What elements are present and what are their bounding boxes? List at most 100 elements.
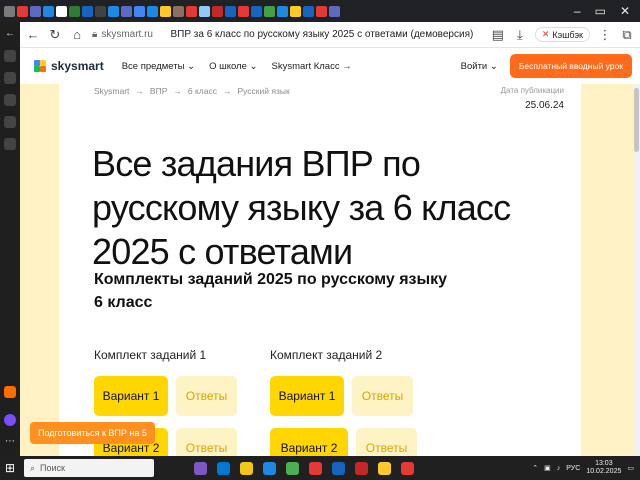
tab-favicon-icon[interactable]	[251, 5, 262, 17]
page-title-in-bar: ВПР за 6 класс по русскому языку 2025 с …	[170, 29, 474, 40]
taskbar-app-icon[interactable]	[286, 461, 299, 475]
clock[interactable]: 13:03 10.02.2025	[586, 460, 621, 476]
tab-favicon-icon[interactable]	[316, 5, 327, 17]
tab-favicon-icon[interactable]	[290, 5, 301, 17]
taskbar-app-icon[interactable]	[378, 461, 391, 475]
downloads-icon[interactable]	[4, 94, 16, 106]
arrow-right-icon: →	[135, 86, 144, 96]
logo-icon	[34, 60, 46, 72]
maximize-icon[interactable]: ▭	[595, 4, 606, 18]
tab-favicon-icon[interactable]	[225, 5, 236, 17]
chevron-down-icon: ⌄	[187, 60, 196, 72]
tab-favicon-icon[interactable]	[121, 5, 132, 17]
login-link[interactable]: Войти ⌄	[461, 61, 498, 72]
taskbar-app-icon[interactable]	[217, 461, 230, 475]
tab-favicon-icon[interactable]	[238, 5, 249, 17]
apps-icon[interactable]	[4, 116, 16, 128]
home-icon[interactable]: ⌂	[70, 27, 84, 42]
taskbar-search[interactable]: ⌕ Поиск	[24, 459, 154, 477]
volume-icon[interactable]: ♪	[557, 465, 561, 472]
download-icon[interactable]: ⤓	[513, 27, 527, 43]
site-nav: Все предметы ⌄ О школе ⌄ Skysmart Класс …	[122, 61, 352, 72]
tab-favicon-icon[interactable]	[134, 5, 145, 17]
back-icon[interactable]: ←	[26, 27, 40, 42]
page-scrollbar[interactable]	[633, 84, 640, 456]
tab-favicon-icon[interactable]	[69, 5, 80, 17]
taskbar-app-icon[interactable]	[240, 461, 253, 475]
taskbar-app-icon[interactable]	[263, 461, 276, 475]
page-title: Все задания ВПР по русскому языку за 6 к…	[92, 143, 511, 272]
chevron-down-icon: ⌄	[249, 60, 258, 72]
scrollbar-thumb[interactable]	[634, 88, 639, 152]
tab-favicon-icon[interactable]	[186, 5, 197, 17]
tab-favicon-icon[interactable]	[82, 5, 93, 17]
start-icon[interactable]: ⊞	[0, 461, 20, 475]
reader-icon[interactable]: ▤	[491, 27, 505, 43]
tab-favicon-icon[interactable]	[30, 5, 41, 17]
chevron-up-icon[interactable]: ⌃	[532, 464, 538, 472]
network-icon[interactable]: ▣	[544, 464, 551, 472]
set-1-label: Комплект заданий 1	[94, 348, 207, 362]
url-text: skysmart.ru	[101, 29, 153, 40]
lock-icon: 🔒︎	[92, 29, 98, 40]
set-2-answers-1-button[interactable]: Ответы	[352, 376, 413, 416]
taskbar-app-icon[interactable]	[355, 461, 368, 475]
cashback-extension[interactable]: ✕ Кэшбэк	[534, 27, 590, 42]
minimize-icon[interactable]: –	[574, 4, 581, 18]
menu-icon[interactable]: ⋮	[598, 27, 612, 43]
tab-favicon-icon[interactable]	[147, 5, 158, 17]
history-icon[interactable]	[4, 72, 16, 84]
free-lesson-button[interactable]: Бесплатный вводный урок	[509, 54, 632, 78]
language-indicator[interactable]: РУС	[566, 465, 580, 472]
taskbar-app-icon[interactable]	[332, 461, 345, 475]
nav-all-subjects[interactable]: Все предметы ⌄	[122, 61, 195, 72]
tab-favicon-icon[interactable]	[56, 5, 67, 17]
taskbar-app-icon[interactable]	[401, 461, 414, 475]
extensions-icon[interactable]: ⧉	[620, 27, 634, 43]
taskbar-app-icon[interactable]	[194, 461, 207, 475]
tab-favicon-icon[interactable]	[160, 5, 171, 17]
back-sidebar-icon[interactable]: ←	[4, 28, 16, 40]
url-field[interactable]: 🔒︎ skysmart.ru	[92, 29, 153, 40]
reload-icon[interactable]: ↻	[48, 27, 62, 43]
browser-tab-strip: – ▭ ✕	[0, 0, 640, 22]
tab-favicon-icon[interactable]	[17, 5, 28, 17]
alice-icon[interactable]	[4, 386, 16, 398]
breadcrumb-grade[interactable]: 6 класс	[188, 86, 217, 96]
windows-taskbar: ⊞ ⌕ Поиск ⌃ ▣ ♪ РУС 13:03 10.02.2025 ▭	[0, 456, 640, 480]
skysmart-logo[interactable]: skysmart	[34, 59, 104, 73]
taskbar-app-icon[interactable]	[309, 461, 322, 475]
nav-about-school[interactable]: О школе ⌄	[209, 61, 257, 72]
set-1-answers-1-button[interactable]: Ответы	[176, 376, 237, 416]
assistant-icon[interactable]	[4, 414, 16, 426]
section-subtitle: Комплекты заданий 2025 по русскому языку…	[94, 271, 448, 311]
tab-favicon-icon[interactable]	[4, 5, 15, 17]
breadcrumb-skysmart[interactable]: Skysmart	[94, 86, 129, 96]
tab-favicon-icon[interactable]	[43, 5, 54, 17]
tab-favicon-icon[interactable]	[264, 5, 275, 17]
site-header: skysmart Все предметы ⌄ О школе ⌄ Skysma…	[20, 48, 640, 84]
prepare-vpr-button[interactable]: Подготовиться к ВПР на 5	[30, 422, 155, 444]
tab-favicon-icon[interactable]	[212, 5, 223, 17]
tab-favicon-icon[interactable]	[303, 5, 314, 17]
tab-favicon-icon[interactable]	[173, 5, 184, 17]
set-1-variant-1-button[interactable]: Вариант 1	[94, 376, 168, 416]
tab-favicon-icon[interactable]	[199, 5, 210, 17]
settings-icon[interactable]	[4, 138, 16, 150]
tab-favicon-icon[interactable]	[329, 5, 340, 17]
set-2-variant-1-button[interactable]: Вариант 1	[270, 376, 344, 416]
breadcrumb-subject[interactable]: Русский язык	[237, 86, 289, 96]
bookmarks-icon[interactable]	[4, 50, 16, 62]
notifications-icon[interactable]: ▭	[627, 464, 634, 472]
breadcrumb-vpr[interactable]: ВПР	[150, 86, 167, 96]
arrow-right-icon: →	[222, 86, 232, 96]
tab-favicon-icon[interactable]	[95, 5, 106, 17]
tab-favicon-icon[interactable]	[108, 5, 119, 17]
more-icon[interactable]: ⋯	[4, 436, 16, 448]
nav-skysmart-class[interactable]: Skysmart Класс →	[272, 61, 352, 72]
set-2-label: Комплект заданий 2	[270, 348, 383, 362]
taskbar-apps	[194, 461, 414, 475]
search-icon: ⌕	[30, 462, 36, 473]
tab-favicon-icon[interactable]	[277, 5, 288, 17]
close-icon[interactable]: ✕	[620, 4, 630, 18]
